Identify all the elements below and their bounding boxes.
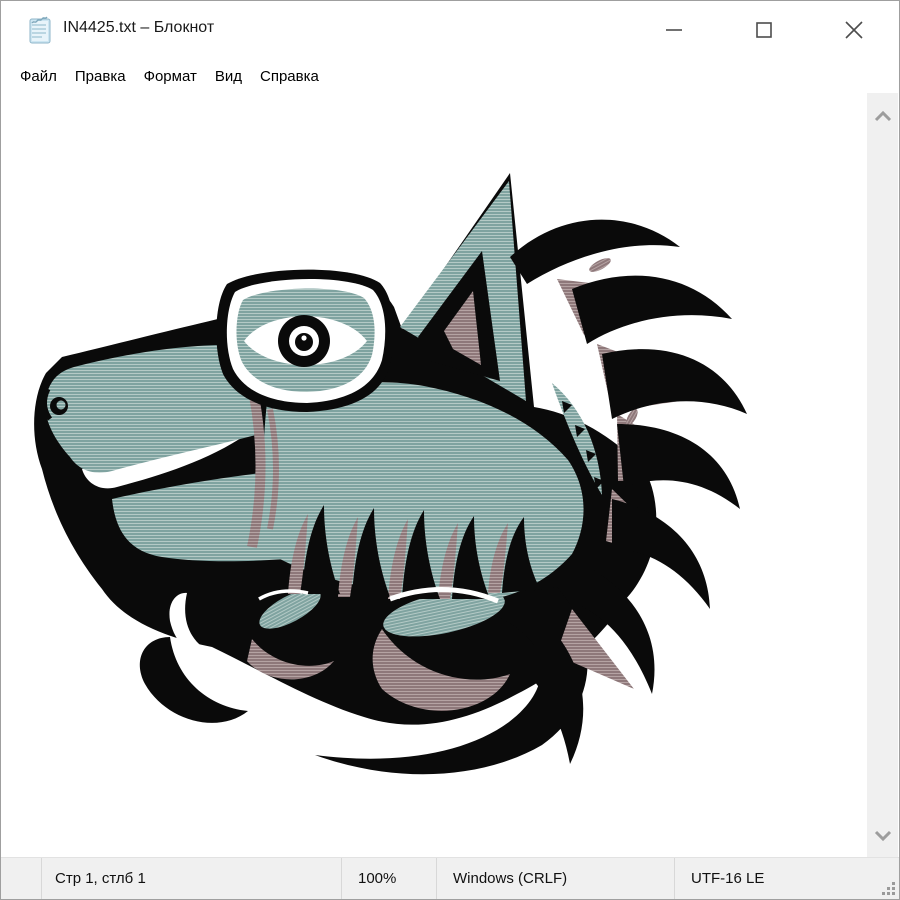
text-area[interactable] bbox=[2, 93, 869, 859]
notepad-window: IN4425.txt – Блокнот Файл Правка Формат … bbox=[0, 0, 900, 900]
menu-item-help[interactable]: Справка bbox=[251, 64, 328, 89]
chevron-down-icon bbox=[874, 830, 892, 842]
wolf-glyph-art bbox=[12, 169, 752, 781]
scroll-down-button[interactable] bbox=[867, 819, 898, 853]
status-zoom-level: 100% bbox=[341, 858, 436, 899]
menu-item-format[interactable]: Формат bbox=[135, 64, 206, 89]
menu-item-view[interactable]: Вид bbox=[206, 64, 251, 89]
title-bar[interactable]: IN4425.txt – Блокнот bbox=[1, 1, 899, 59]
status-cursor-position: Стр 1, стлб 1 bbox=[41, 858, 341, 899]
status-line-ending: Windows (CRLF) bbox=[436, 858, 674, 899]
menu-item-file[interactable]: Файл bbox=[11, 64, 66, 89]
vertical-scrollbar[interactable] bbox=[867, 93, 898, 859]
maximize-button[interactable] bbox=[719, 1, 809, 59]
chevron-up-icon bbox=[874, 110, 892, 122]
menu-bar: Файл Правка Формат Вид Справка bbox=[1, 59, 899, 93]
window-title: IN4425.txt – Блокнот bbox=[63, 19, 214, 37]
scroll-up-button[interactable] bbox=[867, 99, 898, 133]
notepad-icon bbox=[27, 15, 53, 45]
maximize-icon bbox=[753, 19, 775, 41]
minimize-button[interactable] bbox=[629, 1, 719, 59]
resize-grip[interactable] bbox=[880, 880, 896, 896]
status-bar: Стр 1, стлб 1 100% Windows (CRLF) UTF-16… bbox=[1, 857, 899, 899]
menu-item-edit[interactable]: Правка bbox=[66, 64, 135, 89]
status-encoding: UTF-16 LE bbox=[674, 858, 900, 899]
close-icon bbox=[842, 18, 866, 42]
minimize-icon bbox=[663, 19, 685, 41]
close-button[interactable] bbox=[809, 1, 899, 59]
